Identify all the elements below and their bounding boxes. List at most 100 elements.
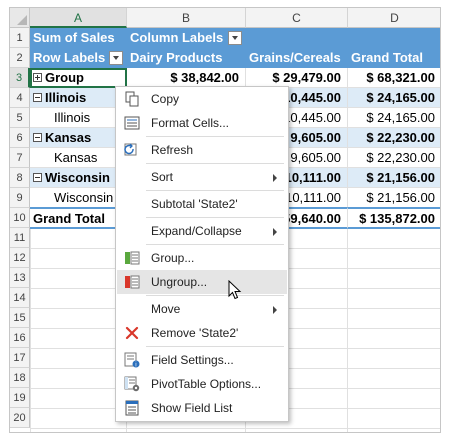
menu-label: PivotTable Options... [151,377,262,391]
mouse-pointer-icon [228,280,242,300]
menu-item-format-cells[interactable]: Format Cells... [117,111,287,135]
pivot-value[interactable]: $ 21,156.00 [348,168,440,188]
pivot-value[interactable]: $ 68,321.00 [348,68,440,88]
format-cells-icon [124,116,140,130]
row-header[interactable]: 11 [10,228,30,248]
collapse-icon[interactable] [33,173,42,183]
menu-label: Subtotal 'State2' [151,197,238,211]
expand-icon[interactable] [33,73,42,83]
collapse-icon[interactable] [33,133,42,143]
menu-item-pivottable-options[interactable]: PivotTable Options... [117,372,287,396]
menu-item-field-settings[interactable]: i Field Settings... [117,348,287,372]
context-menu: Copy Format Cells... Refresh Sort Subtot… [115,86,289,422]
pivot-grand-total-label[interactable]: Grand Total [30,207,127,229]
column-header-d[interactable]: D [348,8,440,28]
pivot-value[interactable]: $ 21,156.00 [348,188,440,208]
menu-separator [146,346,284,347]
pivot-cell[interactable] [348,28,440,48]
copy-icon [125,91,139,107]
row-header[interactable]: 1 [10,28,30,48]
menu-item-copy[interactable]: Copy [117,87,287,111]
pivot-column-grand-total[interactable]: Grand Total [348,48,440,68]
row-header[interactable]: 13 [10,268,30,288]
row-header[interactable]: 6 [10,128,30,148]
ungroup-icon [125,275,140,289]
row-header[interactable]: 20 [10,408,30,428]
field-list-icon [125,400,139,416]
column-header-b[interactable]: B [127,8,246,28]
row-labels-dropdown[interactable] [109,51,123,65]
pivot-state-cell[interactable]: Wisconsin [30,168,127,188]
menu-item-expand-collapse[interactable]: Expand/Collapse [117,219,287,243]
refresh-icon [124,143,137,156]
pivot-state-cell[interactable]: Illinois [30,88,127,108]
pivot-value[interactable]: $ 135,872.00 [348,207,440,229]
pivot-cell[interactable] [246,28,348,48]
menu-separator [146,163,284,164]
pivot-value[interactable]: $ 24,165.00 [348,88,440,108]
pivot-value[interactable]: $ 24,165.00 [348,108,440,128]
pivot-value[interactable]: $ 22,230.00 [348,128,440,148]
column-header-c[interactable]: C [246,8,348,28]
menu-item-refresh[interactable]: Refresh [117,138,287,162]
menu-item-group[interactable]: Group... [117,246,287,270]
menu-label: Format Cells... [151,116,230,130]
menu-label: Remove 'State2' [151,326,239,340]
menu-item-ungroup[interactable]: Ungroup... [117,270,287,294]
remove-x-icon [125,326,139,340]
menu-separator [146,190,284,191]
menu-item-remove[interactable]: Remove 'State2' [117,321,287,345]
menu-separator [146,136,284,137]
menu-separator [146,295,284,296]
menu-separator [146,244,284,245]
field-settings-icon: i [124,352,140,368]
column-labels-dropdown[interactable] [228,31,242,45]
pivot-city-cell[interactable]: Wisconsin [30,188,127,208]
menu-separator [146,217,284,218]
row-header[interactable]: 16 [10,328,30,348]
select-all-corner[interactable] [10,8,30,28]
menu-item-subtotal[interactable]: Subtotal 'State2' [117,192,287,216]
pivot-state-cell[interactable]: Kansas [30,128,127,148]
pivot-group-cell[interactable]: Group [30,68,127,88]
collapse-icon[interactable] [33,93,42,103]
menu-label: Expand/Collapse [151,224,242,238]
menu-label: Copy [151,92,180,106]
menu-label: Group... [151,251,195,265]
row-header[interactable]: 19 [10,388,30,408]
menu-label: Refresh [151,143,194,157]
menu-label: Show Field List [151,401,233,415]
menu-item-show-field-list[interactable]: Show Field List [117,396,287,420]
row-header[interactable]: 5 [10,108,30,128]
pivot-data-caption[interactable]: Sum of Sales [30,28,127,48]
pivot-column-grains[interactable]: Grains/Cereals [246,48,348,68]
submenu-arrow-icon [273,228,277,236]
column-header-a[interactable]: A [30,8,127,28]
pivot-value[interactable]: $ 38,842.00 [127,68,246,88]
menu-label: Sort [151,170,174,184]
row-header[interactable]: 18 [10,368,30,388]
row-header[interactable]: 9 [10,188,30,208]
pivot-column-dairy[interactable]: Dairy Products [127,48,246,68]
submenu-arrow-icon [273,174,277,182]
row-header[interactable]: 8 [10,168,30,188]
row-header[interactable]: 14 [10,288,30,308]
row-header[interactable]: 2 [10,48,30,68]
pivot-value[interactable]: $ 29,479.00 [246,68,348,88]
menu-label: Move [151,302,181,316]
menu-item-sort[interactable]: Sort [117,165,287,189]
pivot-value[interactable]: $ 22,230.00 [348,148,440,168]
row-header[interactable]: 7 [10,148,30,168]
row-header[interactable]: 17 [10,348,30,368]
row-header[interactable]: 3 [10,68,30,88]
menu-label: Field Settings... [151,353,234,367]
row-header[interactable]: 4 [10,88,30,108]
row-header[interactable]: 10 [10,208,30,228]
grid-line [347,229,348,432]
menu-label: Ungroup... [151,275,208,289]
row-header[interactable]: 15 [10,308,30,328]
menu-item-move[interactable]: Move [117,297,287,321]
pivot-city-cell[interactable]: Kansas [30,148,127,168]
row-header[interactable]: 12 [10,248,30,268]
pivot-city-cell[interactable]: Illinois [30,108,127,128]
